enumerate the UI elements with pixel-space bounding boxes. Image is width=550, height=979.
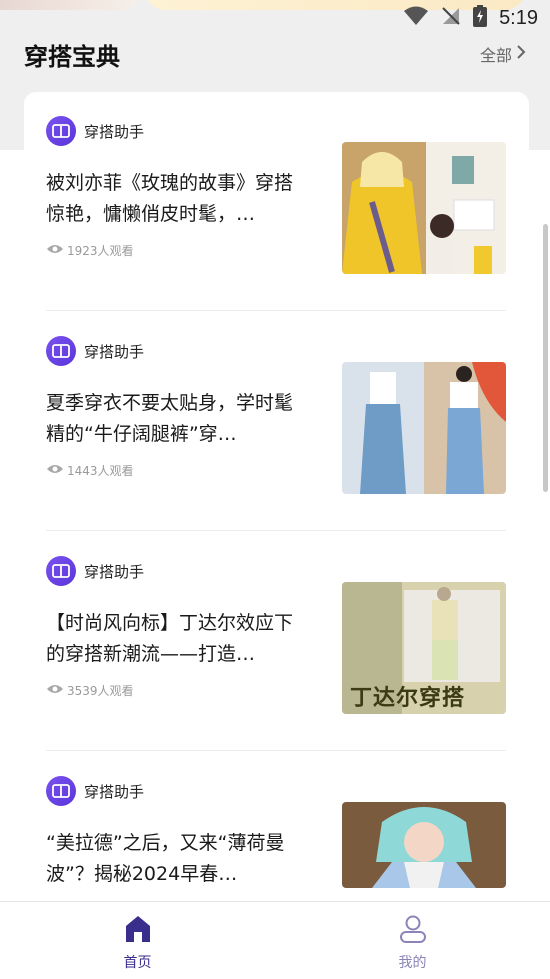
tab-mine[interactable]: 我的 <box>275 902 550 979</box>
article-thumbnail[interactable] <box>342 142 506 274</box>
article-item[interactable]: 穿搭助手 夏季穿衣不要太贴身，学时髦精的“牛仔阔腿裤”穿… 1443人观看 <box>46 336 506 556</box>
author-name: 穿搭助手 <box>84 122 145 141</box>
home-icon <box>123 914 153 948</box>
article-views: 3539人观看 <box>46 680 134 700</box>
article-views: 1923人观看 <box>46 240 134 260</box>
banner-image-left <box>0 0 140 10</box>
book-icon <box>46 776 76 806</box>
see-all-label: 全部 <box>479 46 512 65</box>
battery-charging-icon <box>473 5 488 31</box>
article-views: 1443人观看 <box>46 460 134 480</box>
views-count: 1443人观看 <box>67 463 134 478</box>
book-icon <box>46 116 76 146</box>
see-all-link[interactable]: 全部 <box>480 42 526 66</box>
author-name: 穿搭助手 <box>84 562 145 581</box>
article-author: 穿搭助手 <box>46 556 144 586</box>
no-signal-icon <box>441 6 461 30</box>
bottom-tab-bar: 首页 我的 <box>0 901 550 979</box>
article-author: 穿搭助手 <box>46 336 144 366</box>
article-item[interactable]: 穿搭助手 被刘亦菲《玫瑰的故事》穿搭惊艳，慵懒俏皮时髦，… 1923人观看 <box>46 116 506 336</box>
article-thumbnail[interactable] <box>342 362 506 494</box>
divider <box>46 530 506 531</box>
tab-home[interactable]: 首页 <box>0 902 275 979</box>
author-name: 穿搭助手 <box>84 342 145 361</box>
book-icon <box>46 336 76 366</box>
book-icon <box>46 556 76 586</box>
user-icon <box>398 914 428 948</box>
eye-icon <box>46 683 64 698</box>
eye-icon <box>46 463 64 478</box>
article-thumbnail[interactable]: 丁达尔穿搭 <box>342 582 506 714</box>
scrollbar[interactable] <box>543 224 548 492</box>
divider <box>46 750 506 751</box>
article-title[interactable]: 【时尚风向标】丁达尔效应下的穿搭新潮流——打造… <box>46 608 308 670</box>
article-author: 穿搭助手 <box>46 116 144 146</box>
wifi-icon <box>403 6 429 30</box>
section-header: 穿搭宝典 全部 <box>24 36 526 72</box>
eye-icon <box>46 243 64 258</box>
views-count: 1923人观看 <box>67 243 134 258</box>
article-title[interactable]: 被刘亦菲《玫瑰的故事》穿搭惊艳，慵懒俏皮时髦，… <box>46 168 308 230</box>
tab-mine-label: 我的 <box>398 955 427 971</box>
article-thumbnail[interactable] <box>342 802 506 888</box>
article-title[interactable]: 夏季穿衣不要太贴身，学时髦精的“牛仔阔腿裤”穿… <box>46 388 308 450</box>
chevron-right-icon <box>516 44 526 64</box>
article-author: 穿搭助手 <box>46 776 144 806</box>
article-title[interactable]: “美拉德”之后，又来“薄荷曼波”？揭秘2024早春… <box>46 828 308 890</box>
status-bar: 5:19 <box>403 4 538 32</box>
divider <box>46 310 506 311</box>
page-title: 穿搭宝典 <box>24 42 120 71</box>
thumbnail-caption: 丁达尔穿搭 <box>350 686 466 711</box>
tab-home-label: 首页 <box>123 955 152 971</box>
views-count: 3539人观看 <box>67 683 134 698</box>
author-name: 穿搭助手 <box>84 782 145 801</box>
status-time: 5:19 <box>499 6 538 29</box>
article-item[interactable]: 穿搭助手 【时尚风向标】丁达尔效应下的穿搭新潮流——打造… 3539人观看 丁达… <box>46 556 506 776</box>
